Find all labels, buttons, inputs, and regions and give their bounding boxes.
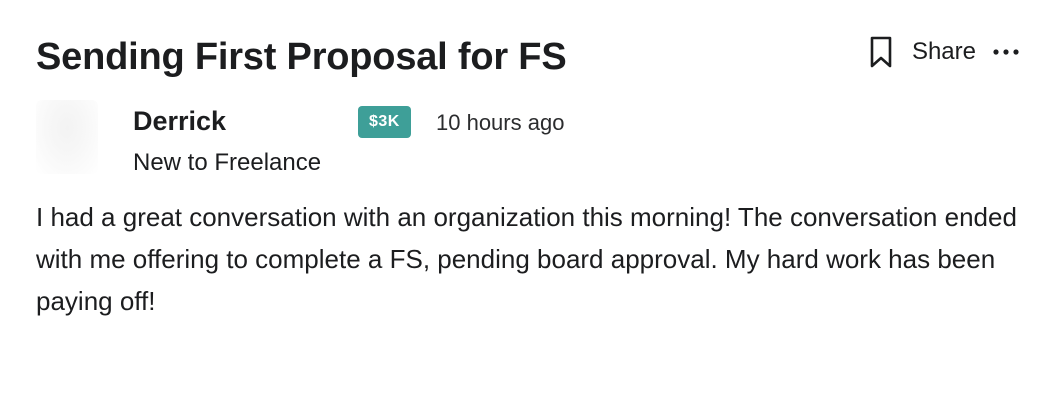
more-horizontal-icon[interactable] <box>992 34 1020 70</box>
post-body: I had a great conversation with an organ… <box>36 202 1017 316</box>
post-title: Sending First Proposal for FS <box>36 36 567 78</box>
bookmark-icon[interactable] <box>868 34 894 70</box>
post-actions: Share <box>868 34 1020 70</box>
post-timestamp: 10 hours ago <box>436 110 565 135</box>
avatar[interactable] <box>36 100 98 174</box>
earnings-badge: $3K <box>358 106 411 138</box>
post-card: Sending First Proposal for FS Share Derr… <box>0 0 1058 402</box>
share-label[interactable]: Share <box>912 38 976 66</box>
author-name[interactable]: Derrick <box>133 106 226 137</box>
share-bookmark-button[interactable]: Share <box>868 34 976 70</box>
author-subtitle: New to Freelance <box>133 149 322 176</box>
